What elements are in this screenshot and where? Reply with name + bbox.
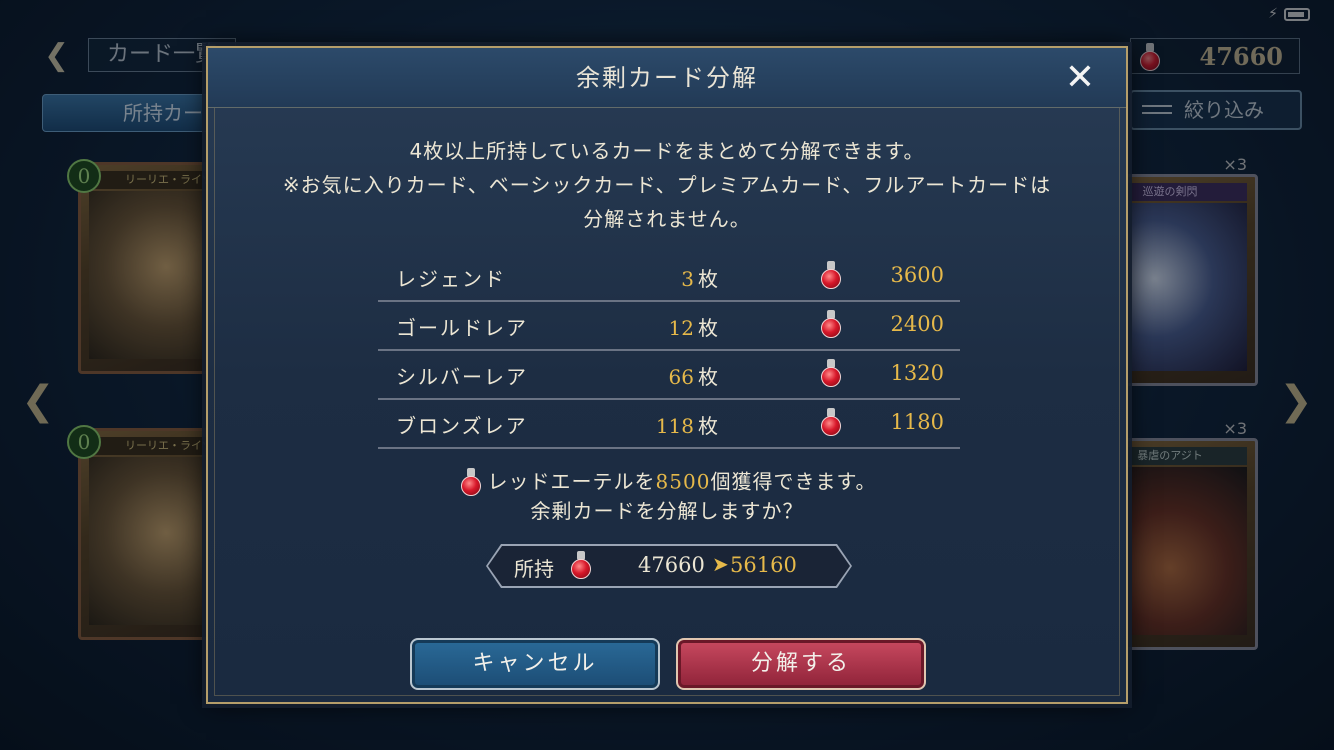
arrow-right-icon: ➤ bbox=[712, 552, 729, 576]
table-row: ブロンズレア 118 枚 1180 bbox=[378, 400, 960, 449]
close-icon[interactable]: ✕ bbox=[1060, 58, 1100, 98]
rarity-name: ブロンズレア bbox=[396, 414, 528, 438]
rarity-table: レジェンド 3枚 3600 ゴールドレア 12 枚 2400 シルバーレア 66 枚… bbox=[378, 253, 960, 449]
table-row: シルバーレア 66 枚 1320 bbox=[378, 351, 960, 400]
rarity-count: 118 枚 bbox=[655, 414, 718, 438]
owned-ether-box: 所持 47660 ➤ 56160 bbox=[488, 546, 850, 586]
description-line: ※お気に入りカード、ベーシックカード、プレミアムカード、フルアートカードは bbox=[282, 173, 1052, 197]
rarity-name: ゴールドレア bbox=[396, 316, 528, 340]
red-ether-potion-icon bbox=[818, 308, 844, 342]
red-ether-potion-icon bbox=[818, 357, 844, 391]
red-ether-potion-icon bbox=[458, 466, 484, 500]
dialog-description: 4枚以上所持しているカードをまとめて分解できます。 ※お気に入りカード、ベーシッ… bbox=[208, 134, 1126, 236]
rarity-count: 66 枚 bbox=[668, 365, 718, 389]
result-text: レッドエーテルを8500個獲得できます。 bbox=[208, 466, 1126, 500]
rarity-count: 12 枚 bbox=[668, 316, 718, 340]
owned-after-value: 56160 bbox=[730, 553, 797, 577]
dialog-title: 余剰カード分解 bbox=[576, 64, 758, 92]
rarity-ether-value: 3600 bbox=[890, 263, 944, 287]
rarity-ether-value: 1180 bbox=[890, 410, 944, 434]
red-ether-potion-icon bbox=[568, 549, 594, 583]
owned-label: 所持 bbox=[514, 557, 554, 581]
table-row: レジェンド 3枚 3600 bbox=[378, 253, 960, 302]
description-line: 4枚以上所持しているカードをまとめて分解できます。 bbox=[409, 139, 925, 163]
dismantle-dialog: 余剰カード分解 ✕ 4枚以上所持しているカードをまとめて分解できます。 ※お気に… bbox=[206, 46, 1128, 704]
red-ether-potion-icon bbox=[818, 406, 844, 440]
confirm-question: 余剰カードを分解しますか？ bbox=[530, 499, 804, 523]
rarity-count: 3枚 bbox=[681, 267, 718, 291]
rarity-ether-value: 2400 bbox=[890, 312, 944, 336]
table-row: ゴールドレア 12 枚 2400 bbox=[378, 302, 960, 351]
rarity-ether-value: 1320 bbox=[890, 361, 944, 385]
rarity-name: レジェンド bbox=[396, 267, 506, 291]
description-line: 分解されません。 bbox=[583, 207, 751, 231]
dialog-header: 余剰カード分解 ✕ bbox=[208, 48, 1126, 108]
rarity-name: シルバーレア bbox=[396, 365, 528, 389]
cancel-button[interactable]: キャンセル bbox=[410, 638, 660, 690]
red-ether-potion-icon bbox=[818, 259, 844, 293]
result-amount: 8500 bbox=[655, 469, 711, 494]
dismantle-button[interactable]: 分解する bbox=[676, 638, 926, 690]
owned-current-value: 47660 bbox=[638, 553, 705, 577]
